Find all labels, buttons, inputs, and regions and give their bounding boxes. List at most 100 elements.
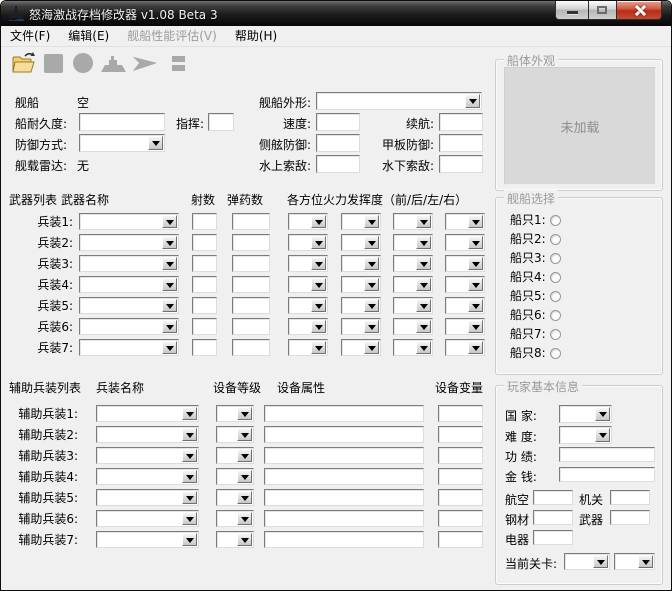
weapon-3-fire-front-select[interactable] xyxy=(288,255,328,272)
chevron-down-icon[interactable] xyxy=(237,470,252,483)
aux-3-name-select[interactable] xyxy=(96,447,199,464)
speed-input[interactable] xyxy=(316,113,360,131)
chevron-down-icon[interactable] xyxy=(595,428,610,442)
ship-4-radio[interactable] xyxy=(549,271,561,283)
chevron-down-icon[interactable] xyxy=(364,278,379,291)
menu-ship-evaluation[interactable]: 舰船性能评估(V) xyxy=(118,26,226,46)
aux-4-level-select[interactable] xyxy=(216,468,254,485)
chevron-down-icon[interactable] xyxy=(182,533,197,546)
chevron-down-icon[interactable] xyxy=(182,470,197,483)
weapon-1-name-select[interactable] xyxy=(79,213,179,230)
aux-1-name-select[interactable] xyxy=(96,405,199,422)
chevron-down-icon[interactable] xyxy=(182,449,197,462)
open-file-button[interactable] xyxy=(9,50,37,76)
weapon-7-fire-right-select[interactable] xyxy=(445,339,485,356)
maximize-button[interactable] xyxy=(589,1,616,20)
chevron-down-icon[interactable] xyxy=(162,299,177,312)
weapon-4-fire-left-select[interactable] xyxy=(393,276,433,293)
chevron-down-icon[interactable] xyxy=(182,407,197,420)
weapon-7-fire-left-select[interactable] xyxy=(393,339,433,356)
chevron-down-icon[interactable] xyxy=(311,236,326,249)
ship-5-radio[interactable] xyxy=(549,290,561,302)
weapon-7-fire-rear-select[interactable] xyxy=(341,339,381,356)
chevron-down-icon[interactable] xyxy=(182,491,197,504)
aux-2-name-select[interactable] xyxy=(96,426,199,443)
ship-1-radio[interactable] xyxy=(549,214,561,226)
weapon-res-input[interactable] xyxy=(610,510,650,525)
aux-3-attr-input[interactable] xyxy=(264,447,424,464)
weapon-2-ammo-input[interactable] xyxy=(232,234,270,251)
electronics-input[interactable] xyxy=(533,530,573,545)
aux-2-level-select[interactable] xyxy=(216,426,254,443)
ship-7-radio[interactable] xyxy=(549,328,561,340)
aux-4-variable-input[interactable] xyxy=(438,468,483,485)
surface-detect-input[interactable] xyxy=(316,155,360,173)
chevron-down-icon[interactable] xyxy=(162,257,177,270)
ship-tool-button[interactable] xyxy=(99,50,127,76)
chevron-down-icon[interactable] xyxy=(148,136,163,150)
ship-2-radio[interactable] xyxy=(549,233,561,245)
chevron-down-icon[interactable] xyxy=(162,278,177,291)
weapon-6-name-select[interactable] xyxy=(79,318,179,335)
deck-defense-input[interactable] xyxy=(439,134,483,152)
weapon-1-fire-right-select[interactable] xyxy=(445,213,485,230)
menu-edit[interactable]: 编辑(E) xyxy=(59,26,118,46)
chevron-down-icon[interactable] xyxy=(364,341,379,354)
weapon-5-fire-left-select[interactable] xyxy=(393,297,433,314)
aux-4-name-select[interactable] xyxy=(96,468,199,485)
chevron-down-icon[interactable] xyxy=(468,215,483,228)
chevron-down-icon[interactable] xyxy=(364,299,379,312)
weapon-6-fire-rear-select[interactable] xyxy=(341,318,381,335)
weapon-6-fire-left-select[interactable] xyxy=(393,318,433,335)
chevron-down-icon[interactable] xyxy=(364,320,379,333)
chevron-down-icon[interactable] xyxy=(182,428,197,441)
aux-7-name-select[interactable] xyxy=(96,531,199,548)
weapon-2-name-select[interactable] xyxy=(79,234,179,251)
chevron-down-icon[interactable] xyxy=(465,94,480,108)
weapon-1-fire-left-select[interactable] xyxy=(393,213,433,230)
aux-1-level-select[interactable] xyxy=(216,405,254,422)
chevron-down-icon[interactable] xyxy=(237,512,252,525)
aux-2-variable-input[interactable] xyxy=(438,426,483,443)
weapon-5-shots-input[interactable] xyxy=(192,297,217,314)
weapon-3-shots-input[interactable] xyxy=(192,255,217,272)
aux-7-variable-input[interactable] xyxy=(438,531,483,548)
aux-6-attr-input[interactable] xyxy=(264,510,424,527)
chevron-down-icon[interactable] xyxy=(416,320,431,333)
steel-input[interactable] xyxy=(533,510,573,525)
chevron-down-icon[interactable] xyxy=(468,278,483,291)
chevron-down-icon[interactable] xyxy=(237,533,252,546)
chevron-down-icon[interactable] xyxy=(416,257,431,270)
weapon-5-fire-front-select[interactable] xyxy=(288,297,328,314)
weapon-5-fire-right-select[interactable] xyxy=(445,297,485,314)
chevron-down-icon[interactable] xyxy=(311,341,326,354)
weapon-7-shots-input[interactable] xyxy=(192,339,217,356)
weapon-4-fire-front-select[interactable] xyxy=(288,276,328,293)
command-input[interactable] xyxy=(208,113,234,131)
aux-1-variable-input[interactable] xyxy=(438,405,483,422)
weapon-3-fire-left-select[interactable] xyxy=(393,255,433,272)
chevron-down-icon[interactable] xyxy=(364,236,379,249)
chevron-down-icon[interactable] xyxy=(593,555,608,568)
chevron-down-icon[interactable] xyxy=(468,320,483,333)
aux-5-attr-input[interactable] xyxy=(264,489,424,506)
chevron-down-icon[interactable] xyxy=(416,236,431,249)
ship-6-radio[interactable] xyxy=(549,309,561,321)
weapon-1-fire-front-select[interactable] xyxy=(288,213,328,230)
menu-file[interactable]: 文件(F) xyxy=(1,26,59,46)
save-button[interactable] xyxy=(39,50,67,76)
weapon-6-shots-input[interactable] xyxy=(192,318,217,335)
chevron-down-icon[interactable] xyxy=(311,320,326,333)
weapon-2-fire-front-select[interactable] xyxy=(288,234,328,251)
aux-7-level-select[interactable] xyxy=(216,531,254,548)
weapon-4-ammo-input[interactable] xyxy=(232,276,270,293)
chevron-down-icon[interactable] xyxy=(638,555,653,568)
aux-1-attr-input[interactable] xyxy=(264,405,424,422)
chevron-down-icon[interactable] xyxy=(237,428,252,441)
weapon-7-fire-front-select[interactable] xyxy=(288,339,328,356)
chevron-down-icon[interactable] xyxy=(311,257,326,270)
stage-level-select[interactable] xyxy=(614,553,655,570)
ship-8-radio[interactable] xyxy=(549,347,561,359)
weapon-3-fire-rear-select[interactable] xyxy=(341,255,381,272)
chevron-down-icon[interactable] xyxy=(311,278,326,291)
